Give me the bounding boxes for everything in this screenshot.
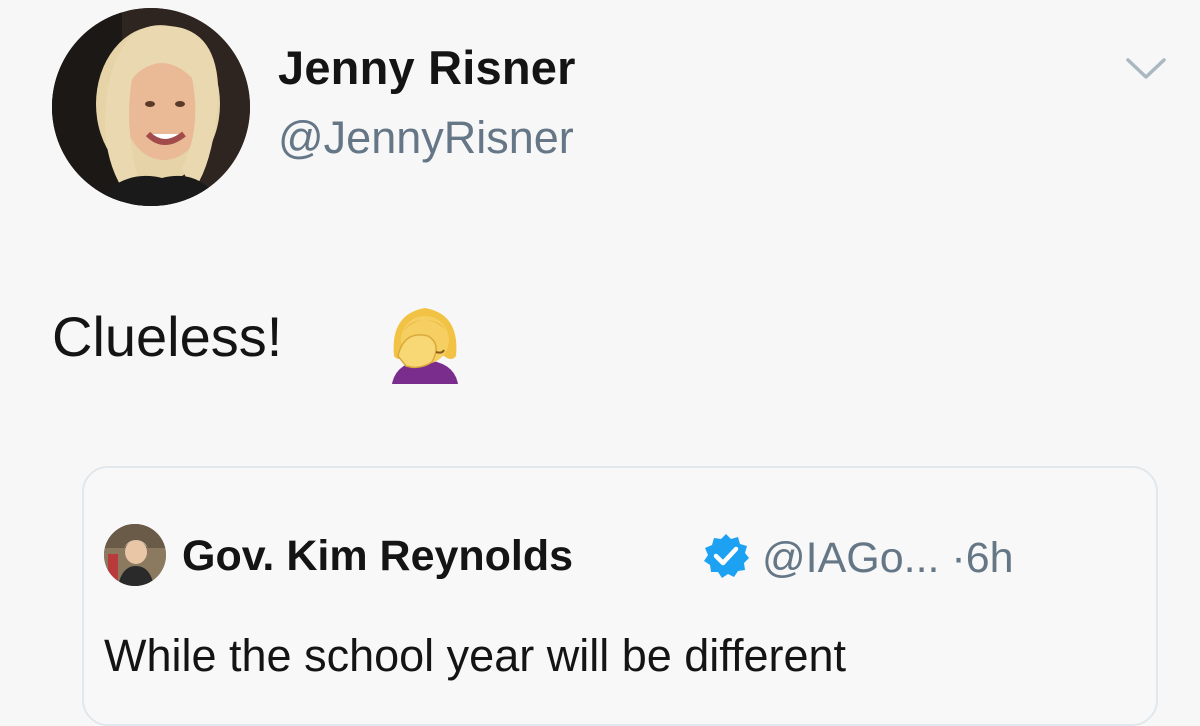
woman-facepalming-emoji-icon xyxy=(384,300,466,384)
quoted-author-display-name[interactable]: Gov. Kim Reynolds xyxy=(182,532,573,581)
chevron-down-icon[interactable] xyxy=(1124,56,1168,82)
tweet: Jenny Risner @JennyRisner Clueless! Gov.… xyxy=(0,0,1200,726)
tweet-text: Clueless! xyxy=(52,305,283,368)
author-avatar[interactable] xyxy=(52,8,250,206)
profile-photo-image xyxy=(104,524,166,586)
author-display-name[interactable]: Jenny Risner xyxy=(278,40,576,95)
quoted-tweet-text: While the school year will be different xyxy=(104,630,847,681)
verified-badge-icon xyxy=(702,532,750,580)
quoted-handle-and-time[interactable]: @IAGo... ·6h xyxy=(762,534,1014,583)
author-handle[interactable]: @JennyRisner xyxy=(278,112,574,164)
profile-photo-image xyxy=(52,8,250,206)
quoted-tweet-card[interactable]: Gov. Kim Reynolds @IAGo... ·6h While the… xyxy=(82,466,1158,726)
quoted-author-avatar[interactable] xyxy=(104,524,166,586)
